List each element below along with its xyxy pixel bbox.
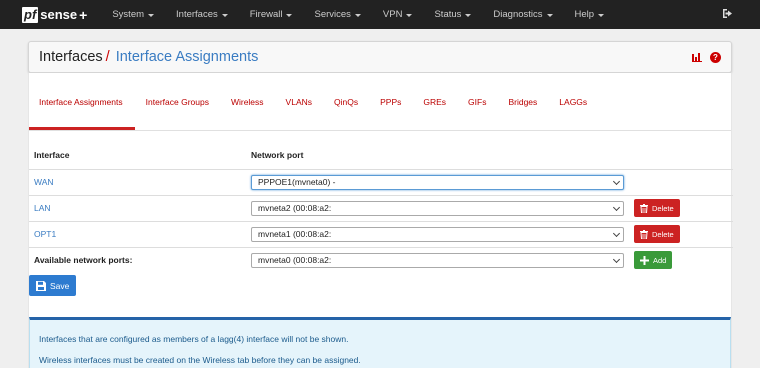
header-network-port: Network port	[251, 149, 304, 160]
tab-bridges[interactable]: Bridges	[497, 97, 548, 130]
delete-button-label: Delete	[652, 229, 674, 239]
chevron-down-icon	[612, 203, 621, 211]
tab-wireless[interactable]: Wireless	[220, 97, 275, 130]
menu-status[interactable]: Status	[423, 0, 482, 29]
menu-services[interactable]: Services	[303, 0, 371, 29]
available-ports-label: Available network ports:	[29, 246, 246, 273]
port-select-available[interactable]: mvneta0 (00:08:a2:	[251, 252, 624, 268]
tab-qinqs[interactable]: QinQs	[323, 97, 369, 130]
assignments-table: Interface Network port WAN PPPOE1(mvneta…	[29, 141, 733, 273]
chevron-down-icon	[612, 255, 621, 263]
breadcrumb-page[interactable]: Interface Assignments	[116, 49, 259, 65]
menu-help[interactable]: Help	[564, 0, 616, 29]
delete-button-label: Delete	[652, 203, 674, 213]
save-button[interactable]: Save	[29, 275, 77, 296]
tab-interface-groups[interactable]: Interface Groups	[135, 97, 220, 130]
table-row: LAN mvneta2 (00:08:a2: Delete	[29, 194, 733, 221]
caret-down-icon	[406, 13, 413, 17]
caret-down-icon	[598, 13, 605, 17]
table-row: OPT1 mvneta1 (00:08:a2: Delete	[29, 220, 733, 247]
logo-pf: pf	[22, 6, 39, 23]
caret-down-icon	[148, 13, 155, 17]
port-select-wan[interactable]: PPPOE1(mvneta0) -	[251, 174, 624, 190]
top-navbar: pf sense + System Interfaces Firewall Se…	[0, 0, 760, 29]
logout-icon[interactable]	[722, 8, 734, 21]
save-row: Save	[29, 273, 731, 296]
menu-vpn-label: VPN	[382, 9, 403, 20]
menu-help-label: Help	[574, 9, 595, 20]
main-menu: System Interfaces Firewall Services VPN …	[101, 0, 615, 29]
help-question-icon[interactable]: ?	[710, 51, 721, 63]
table-row-available: Available network ports: mvneta0 (00:08:…	[29, 246, 733, 273]
page-content: Interfaces / Interface Assignments ? Int…	[0, 29, 760, 368]
logo-sense: sense	[40, 7, 78, 22]
menu-system-label: System	[112, 9, 145, 20]
table-header-row: Interface Network port	[29, 141, 733, 169]
add-button[interactable]: Add	[634, 251, 673, 270]
logo-plus: +	[79, 6, 88, 23]
tab-gres[interactable]: GREs	[412, 97, 457, 130]
interface-link-opt1[interactable]: OPT1	[29, 220, 246, 247]
breadcrumb-separator: /	[105, 49, 110, 65]
chevron-down-icon	[612, 177, 621, 185]
tab-bar: Interface Assignments Interface Groups W…	[29, 73, 731, 131]
menu-firewall-label: Firewall	[249, 9, 283, 20]
interface-link-lan[interactable]: LAN	[29, 194, 246, 221]
port-select-lan[interactable]: mvneta2 (00:08:a2:	[251, 200, 624, 216]
port-select-lan-value: mvneta2 (00:08:a2:	[258, 203, 332, 213]
floppy-disk-icon	[36, 280, 46, 291]
tab-interface-assignments[interactable]: Interface Assignments	[29, 97, 135, 130]
trash-icon	[640, 203, 648, 213]
menu-vpn[interactable]: VPN	[372, 0, 424, 29]
tab-ppps[interactable]: PPPs	[369, 97, 412, 130]
menu-diagnostics-label: Diagnostics	[493, 9, 543, 20]
delete-button-opt1[interactable]: Delete	[634, 225, 680, 243]
menu-services-label: Services	[314, 9, 351, 20]
title-panel: Interfaces / Interface Assignments ?	[28, 41, 732, 73]
title-icons: ?	[692, 51, 721, 63]
bar-chart-icon[interactable]	[692, 52, 702, 62]
info-line-lagg: Interfaces that are configured as member…	[39, 334, 349, 344]
port-select-wan-value: PPPOE1(mvneta0) -	[258, 177, 336, 187]
tab-laggs[interactable]: LAGGs	[548, 97, 598, 130]
header-interface: Interface	[34, 149, 70, 160]
menu-interfaces-label: Interfaces	[176, 9, 218, 20]
menu-interfaces[interactable]: Interfaces	[165, 0, 239, 29]
breadcrumb-section[interactable]: Interfaces	[39, 49, 103, 65]
caret-down-icon	[546, 13, 553, 17]
interface-link-wan[interactable]: WAN	[29, 168, 246, 195]
menu-firewall[interactable]: Firewall	[239, 0, 304, 29]
table-row: WAN PPPOE1(mvneta0) -	[29, 168, 733, 195]
caret-down-icon	[465, 13, 472, 17]
info-alert: Interfaces that are configured as member…	[29, 317, 731, 368]
trash-icon	[640, 229, 648, 239]
delete-button-lan[interactable]: Delete	[634, 199, 680, 217]
menu-status-label: Status	[434, 9, 462, 20]
add-button-label: Add	[653, 255, 667, 265]
port-select-opt1[interactable]: mvneta1 (00:08:a2:	[251, 226, 624, 242]
info-line-wireless: Wireless interfaces must be created on t…	[39, 355, 361, 365]
tab-vlans[interactable]: VLANs	[275, 97, 323, 130]
tab-gifs[interactable]: GIFs	[457, 97, 497, 130]
caret-down-icon	[286, 13, 293, 17]
plus-icon	[640, 255, 649, 265]
chevron-down-icon	[612, 229, 621, 237]
port-select-opt1-value: mvneta1 (00:08:a2:	[258, 229, 332, 239]
menu-diagnostics[interactable]: Diagnostics	[482, 0, 563, 29]
port-select-available-value: mvneta0 (00:08:a2:	[258, 255, 332, 266]
caret-down-icon	[221, 13, 228, 17]
pfsense-logo[interactable]: pf sense +	[22, 4, 87, 26]
menu-system[interactable]: System	[101, 0, 165, 29]
caret-down-icon	[354, 13, 361, 17]
main-panel: Interface Assignments Interface Groups W…	[28, 73, 733, 368]
save-button-label: Save	[50, 280, 70, 291]
